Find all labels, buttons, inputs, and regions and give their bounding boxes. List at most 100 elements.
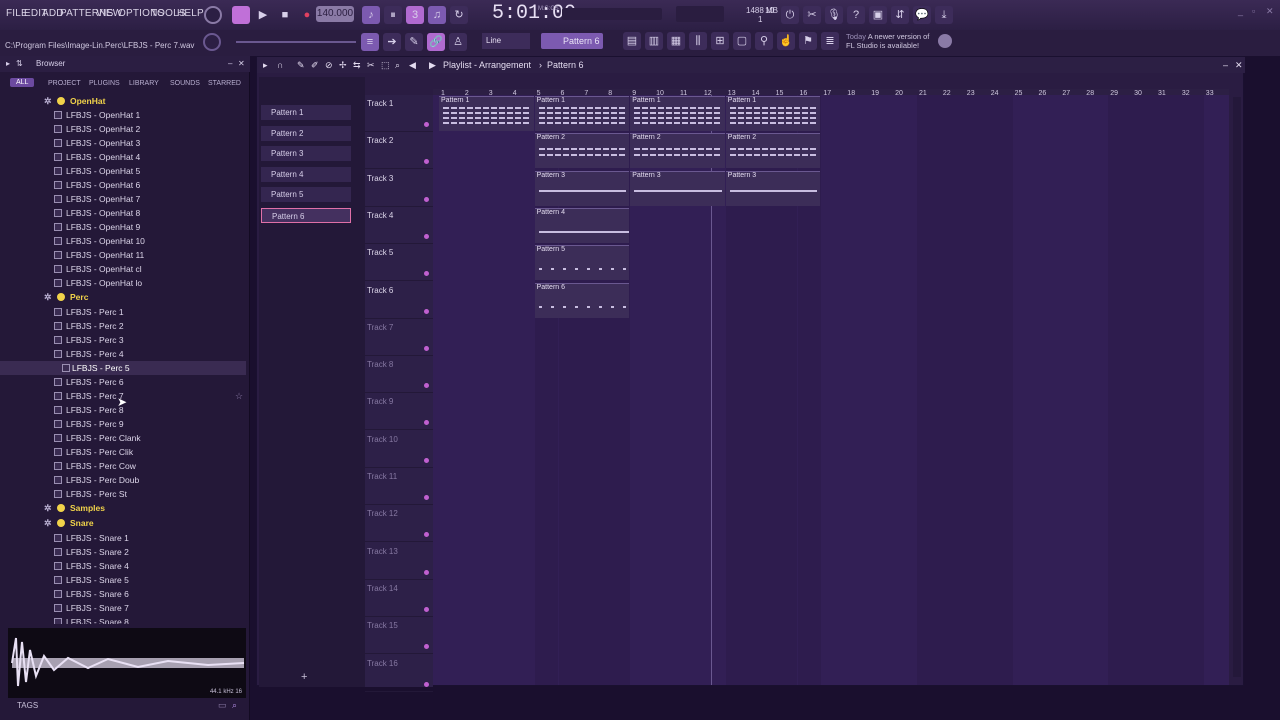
chat-button[interactable]: 💬 <box>913 6 931 24</box>
mute-tool-icon[interactable]: ✢ <box>339 57 347 73</box>
master-volume-knob[interactable] <box>204 6 222 24</box>
track-led-icon[interactable] <box>424 159 429 165</box>
browser-file-item[interactable]: LFBJS - Perc Clank <box>0 431 246 445</box>
add-track-icon[interactable]: + <box>301 671 307 683</box>
draw-tool-icon[interactable]: ✎ <box>297 57 305 73</box>
track-led-icon[interactable] <box>424 569 429 575</box>
pattern-picker-item[interactable]: Pattern 2 <box>261 125 351 141</box>
track-led-icon[interactable] <box>424 532 429 538</box>
track-header[interactable]: Track 5 <box>365 244 433 282</box>
browser-file-item[interactable]: LFBJS - Perc 6 <box>0 375 246 389</box>
browser-minimize-icon[interactable]: – <box>228 56 232 72</box>
online-button[interactable]: ⏻ <box>781 6 799 24</box>
browser-file-item[interactable]: LFBJS - Snare 5 <box>0 573 246 587</box>
track-header[interactable]: Track 14 <box>365 580 433 617</box>
record-button[interactable]: ● <box>298 6 316 24</box>
track-header[interactable]: Track 1 <box>365 95 433 132</box>
maximize-icon[interactable]: ▫ <box>1252 6 1255 16</box>
pattern-clip[interactable]: Pattern 4 <box>534 207 630 243</box>
browser-file-item[interactable]: LFBJS - Snare 1 <box>0 531 246 545</box>
track-header[interactable]: Track 9 <box>365 393 433 431</box>
zoom-tool-icon[interactable]: ⌕ <box>395 57 400 73</box>
browser-file-item[interactable]: LFBJS - OpenHat 11 <box>0 248 246 262</box>
track-header[interactable]: Track 2 <box>365 132 433 170</box>
close-window-icon[interactable]: ✕ <box>1266 6 1274 17</box>
sample-waveform[interactable]: 44.1 kHz 16 <box>8 628 246 698</box>
snap-selector[interactable]: Line <box>482 33 530 49</box>
pattern-picker-item[interactable]: Pattern 5 <box>261 187 351 203</box>
loop-record-button[interactable]: ↻ <box>450 6 468 24</box>
update-notice[interactable]: Today A newer version of FL Studio is av… <box>846 32 929 50</box>
pattern-clip[interactable]: Pattern 1 <box>725 96 821 131</box>
browser-file-item[interactable]: LFBJS - Perc St <box>0 487 246 501</box>
plugin-picker-button[interactable]: ⊞ <box>711 32 729 50</box>
arrow-button[interactable]: ➔ <box>383 33 401 51</box>
magnet-snap-icon[interactable]: ∩ <box>277 57 283 73</box>
browser-file-item[interactable]: LFBJS - OpenHat 8 <box>0 206 246 220</box>
browser-file-item[interactable]: LFBJS - OpenHat 10 <box>0 234 246 248</box>
track-led-icon[interactable] <box>424 196 429 202</box>
pattern-picker-item[interactable]: Pattern 6 <box>261 208 351 223</box>
browser-folder[interactable]: ✲ Perc <box>0 290 246 304</box>
browser-file-item[interactable]: LFBJS - Perc 4 <box>0 347 246 361</box>
track-led-icon[interactable] <box>424 271 429 277</box>
folder-view-icon[interactable]: ▭ <box>218 700 227 711</box>
browser-file-item[interactable]: LFBJS - OpenHat 3 <box>0 136 246 150</box>
tags-label[interactable]: TAGS <box>17 701 38 710</box>
folder-expand-icon[interactable]: ✲ <box>44 501 52 515</box>
pattern-clip[interactable]: Pattern 3 <box>534 170 630 206</box>
tab-library[interactable]: LIBRARY <box>129 80 159 87</box>
browser-file-item[interactable]: LFBJS - Snare 7 <box>0 601 246 615</box>
browser-file-item[interactable]: LFBJS - Snare 8 <box>0 615 246 624</box>
browser-file-item[interactable]: LFBJS - OpenHat 6 <box>0 178 246 192</box>
update-icon[interactable] <box>938 34 952 48</box>
track-led-icon[interactable] <box>424 308 429 314</box>
news-button[interactable]: ≣ <box>821 32 839 50</box>
paint-tool-icon[interactable]: ✐ <box>311 57 319 73</box>
playlist-menu-icon[interactable]: ▸ <box>263 57 268 73</box>
track-led-icon[interactable] <box>424 457 429 463</box>
pattern-picker-item[interactable]: Pattern 4 <box>261 166 351 182</box>
playlist-arrow-icon[interactable]: ▶ <box>429 57 436 73</box>
browser-file-item[interactable]: LFBJS - OpenHat 2 <box>0 122 246 136</box>
browser-file-item[interactable]: LFBJS - OpenHat 7 <box>0 192 246 206</box>
browser-folder[interactable]: ✲ Snare <box>0 516 246 530</box>
folder-expand-icon[interactable]: ✲ <box>44 290 52 304</box>
browser-menu-arrow-icon[interactable]: ▸ <box>6 56 10 72</box>
stamp-button[interactable]: ♙ <box>449 33 467 51</box>
browser-file-item[interactable]: LFBJS - Perc 9 <box>0 417 246 431</box>
toolbar-button-2[interactable]: ✂ <box>803 6 821 24</box>
tab-plugins[interactable]: PLUGINS <box>89 80 120 87</box>
track-header[interactable]: Track 13 <box>365 543 433 580</box>
browser-close-icon[interactable]: ✕ <box>238 56 245 72</box>
track-led-icon[interactable] <box>424 681 429 687</box>
browser-button[interactable]: ▢ <box>733 32 751 50</box>
browser-file-item[interactable]: LFBJS - Perc Cow <box>0 459 246 473</box>
track-header[interactable]: Track 8 <box>365 356 433 394</box>
browser-file-item[interactable]: LFBJS - Perc Clik <box>0 445 246 459</box>
browser-file-item[interactable]: LFBJS - OpenHat lo <box>0 276 246 290</box>
tab-starred[interactable]: STARRED <box>208 80 241 87</box>
tab-sounds[interactable]: SOUNDS <box>170 80 200 87</box>
browser-file-item[interactable]: LFBJS - Perc 1 <box>0 305 246 319</box>
delete-tool-icon[interactable]: ⊘ <box>325 57 333 73</box>
playlist-view-button[interactable]: ▤ <box>623 32 641 50</box>
browser-file-item[interactable]: LFBJS - OpenHat 4 <box>0 150 246 164</box>
track-led-icon[interactable] <box>424 644 429 650</box>
metronome-button[interactable]: ♪ <box>362 6 380 24</box>
star-icon[interactable]: ☆ <box>235 391 243 402</box>
select-tool-icon[interactable]: ⬚ <box>381 57 390 73</box>
menu-help[interactable]: HELP <box>177 8 204 19</box>
pattern-clip[interactable]: Pattern 1 <box>439 96 534 131</box>
track-header[interactable]: Track 11 <box>365 468 433 505</box>
vertical-scrollbar[interactable] <box>1233 97 1241 677</box>
pattern-clip[interactable]: Pattern 3 <box>725 170 821 206</box>
track-header[interactable]: Track 3 <box>365 170 433 207</box>
browser-folder[interactable]: ✲ Samples <box>0 501 246 515</box>
save-button[interactable]: ▣ <box>869 6 887 24</box>
browser-nav-icon[interactable]: ⇅ <box>16 56 23 72</box>
stop-button[interactable]: ■ <box>276 6 294 24</box>
channel-rack-button[interactable]: ▦ <box>667 32 685 50</box>
pattern-clip[interactable]: Pattern 2 <box>725 133 821 169</box>
touch-keyboard-button[interactable]: ☝ <box>777 32 795 50</box>
